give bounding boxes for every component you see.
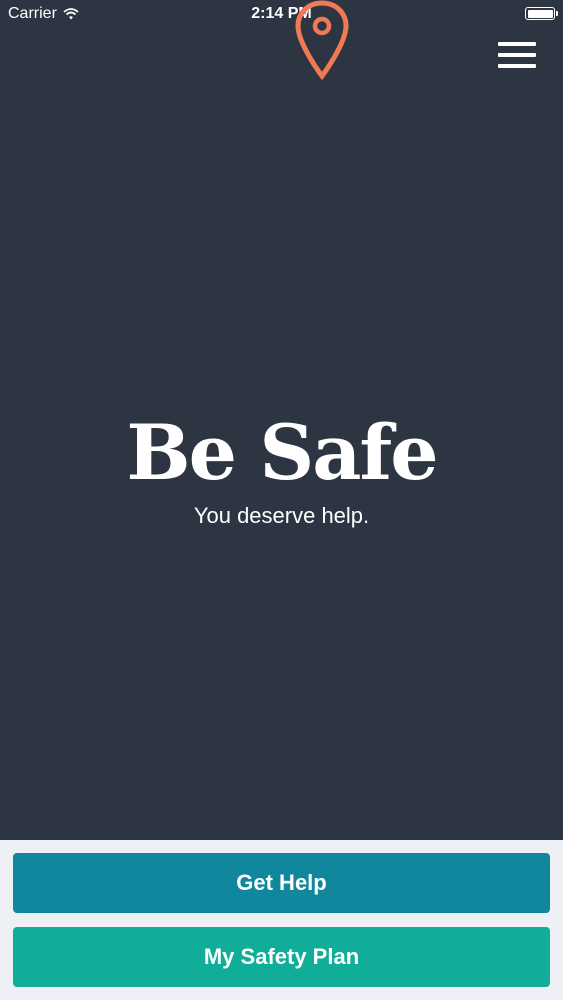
tagline: You deserve help.: [193, 503, 370, 528]
get-help-button[interactable]: Get Help: [13, 853, 550, 913]
battery-icon: [525, 7, 558, 20]
brand-logo-text: Be Safe: [126, 408, 438, 497]
location-pin-icon: [295, 0, 349, 81]
hamburger-menu-icon[interactable]: [494, 40, 538, 74]
action-footer: Get Help My Safety Plan: [0, 840, 563, 1000]
status-bar: Carrier 2:14 PM: [0, 0, 563, 30]
my-safety-plan-button[interactable]: My Safety Plan: [13, 927, 550, 987]
status-time: 2:14 PM: [251, 5, 312, 22]
